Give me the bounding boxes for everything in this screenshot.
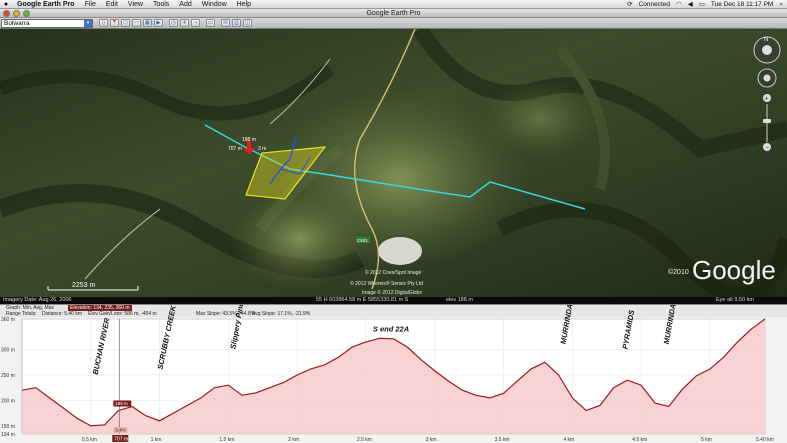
- x-tick-label: 4.5 km: [632, 437, 647, 443]
- menu-tools[interactable]: Tools: [148, 0, 174, 9]
- add-path-button[interactable]: 〰: [132, 19, 141, 27]
- look-center-icon[interactable]: [762, 45, 772, 55]
- quarry-area: [378, 237, 422, 265]
- x-tick-label: 3 km: [426, 437, 437, 443]
- menu-file[interactable]: File: [80, 0, 101, 9]
- email-button[interactable]: ✉: [221, 19, 230, 27]
- historical-imagery-button[interactable]: ◷: [169, 19, 178, 27]
- connection-status[interactable]: Connected: [639, 0, 670, 9]
- zoom-slider-handle[interactable]: [763, 119, 771, 123]
- copyright-digitalglobe: Image © 2012 DigitalGlobe: [362, 289, 422, 296]
- close-window-button[interactable]: [3, 10, 10, 17]
- toolbar: Bolwarra ▾ ▯ 📍 ⬠ 〰 ▦ ▶ ◷ ☀ ♃ ▭ ✉ ⎙ ◫: [0, 18, 787, 29]
- menu-status-area: ⟳ Connected ◠ ◀ ▭ Tue Dec 18 11:17 PM ⌕: [627, 0, 783, 9]
- search-input-value: Bolwarra: [4, 19, 30, 27]
- search-dropdown-icon[interactable]: ▾: [84, 19, 92, 27]
- x-tick-label: 4 km: [563, 437, 574, 443]
- imagery-status-bar: Imagery Date: Aug 26, 2006 55 H 603864.5…: [0, 297, 787, 304]
- google-logo: Google: [692, 255, 776, 285]
- window-title: Google Earth Pro: [366, 10, 421, 17]
- sidebar-toggle-button[interactable]: ▯: [99, 19, 108, 27]
- elevation-profile-chart[interactable]: 360 m 300 m 250 m 200 m 150 m 134 m 0.5 km 1 km…: [0, 305, 787, 443]
- window-controls: [3, 10, 30, 17]
- add-placemark-button[interactable]: 📍: [110, 19, 119, 27]
- google-earth-window: ● Google Earth Pro File Edit View Tools …: [0, 0, 787, 443]
- spotlight-search-icon[interactable]: ⌕: [779, 0, 783, 9]
- x-tick-label: 0.5 km: [82, 437, 97, 443]
- x-tick-label: 2 km: [288, 437, 299, 443]
- copyright-cnes: © 2012 Cnes/Spot Image: [365, 269, 421, 276]
- menu-window[interactable]: Window: [197, 0, 232, 9]
- planets-button[interactable]: ♃: [191, 19, 200, 27]
- copyright-whereis: © 2012 Whereis® Sensis Pty Ltd: [350, 280, 423, 287]
- print-button[interactable]: ⎙: [232, 19, 241, 27]
- menu-view[interactable]: View: [123, 0, 148, 9]
- distance-label-left: 707 m: [228, 146, 242, 152]
- y-tick-label: 150 m: [1, 424, 15, 430]
- system-menu-bar: ● Google Earth Pro File Edit View Tools …: [0, 0, 787, 9]
- zoom-window-button[interactable]: [23, 10, 30, 17]
- y-tick-label: 250 m: [1, 373, 15, 379]
- menu-help[interactable]: Help: [232, 0, 256, 9]
- map-viewport[interactable]: 188 m 707 m 3 m C501 © 2012 Cnes/Spot Im…: [0, 29, 787, 297]
- cursor-elevation-label: 188 m: [115, 401, 128, 406]
- x-tick-label: 5.40 km: [756, 437, 774, 443]
- sunlight-button[interactable]: ☀: [180, 19, 189, 27]
- x-tick-label: 2.5 km: [357, 437, 372, 443]
- window-title-bar: Google Earth Pro: [0, 9, 787, 18]
- app-menu[interactable]: Google Earth Pro: [12, 0, 80, 9]
- x-tick-label: 1.5 km: [219, 437, 234, 443]
- satellite-imagery[interactable]: 188 m 707 m 3 m C501 © 2012 Cnes/Spot Im…: [0, 29, 787, 297]
- y-tick-label: 360 m: [1, 317, 15, 323]
- x-tick-label: 1 km: [151, 437, 162, 443]
- svg-text:−: −: [765, 145, 769, 152]
- battery-icon[interactable]: ▭: [699, 0, 705, 9]
- add-image-overlay-button[interactable]: ▦: [143, 19, 152, 27]
- google-copyright: ©2010: [668, 268, 689, 276]
- pointer-elevation: elev 188 m: [446, 297, 473, 303]
- minimize-window-button[interactable]: [13, 10, 20, 17]
- add-polygon-button[interactable]: ⬠: [121, 19, 130, 27]
- y-tick-label: 134 m: [1, 432, 15, 438]
- apple-menu-icon[interactable]: ●: [0, 0, 12, 9]
- distance-label-right: 3 m: [258, 146, 266, 152]
- elevation-profile-panel[interactable]: Graph: Min, Avg, Max Elevation: 134, 235…: [0, 304, 787, 443]
- ruler-button[interactable]: ▭: [206, 19, 215, 27]
- move-center-icon[interactable]: [763, 74, 771, 82]
- north-n-icon[interactable]: N: [764, 37, 768, 43]
- wifi-icon[interactable]: ◠: [676, 0, 682, 9]
- sync-icon[interactable]: ⟳: [627, 0, 632, 9]
- record-tour-button[interactable]: ▶: [154, 19, 163, 27]
- pointer-coordinates: 55 H 603864.58 m E 5855330.81 m S: [316, 297, 409, 303]
- cursor-distance-label: 707 m: [114, 437, 128, 443]
- menu-add[interactable]: Add: [174, 0, 196, 9]
- distance-label-top: 188 m: [242, 137, 256, 143]
- menu-edit[interactable]: Edit: [101, 0, 123, 9]
- y-tick-label: 300 m: [1, 348, 15, 354]
- eye-altitude: Eye alt 9.50 km: [716, 297, 754, 303]
- volume-icon[interactable]: ◀: [688, 0, 693, 9]
- x-tick-label: 5 km: [701, 437, 712, 443]
- view-in-maps-button[interactable]: ◫: [243, 19, 252, 27]
- svg-text:+: +: [765, 96, 769, 103]
- road-shield-label: C501: [357, 238, 368, 243]
- menu-clock[interactable]: Tue Dec 18 11:17 PM: [711, 0, 774, 9]
- profile-annotation: S end 22A: [373, 325, 409, 334]
- scale-bar-label: 2253 m: [72, 282, 96, 289]
- x-tick-label: 3.5 km: [495, 437, 510, 443]
- imagery-date: Imagery Date: Aug 26, 2006: [3, 297, 72, 303]
- y-tick-label: 200 m: [1, 398, 15, 404]
- search-input[interactable]: Bolwarra ▾: [1, 18, 93, 28]
- cursor-slope-label: 3.4%: [115, 428, 125, 433]
